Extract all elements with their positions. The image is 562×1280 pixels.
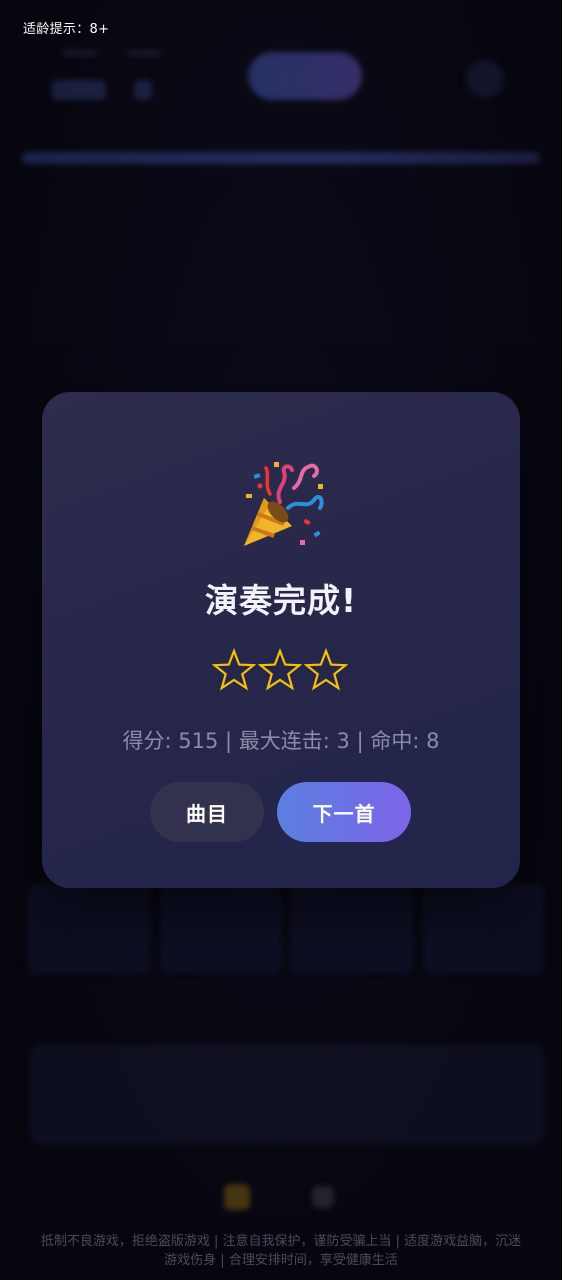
game-screen: 适龄提示：8+ 演奏完成! 得分: 515 | 最大连击: 3 | 命中: 8 … <box>0 0 562 1280</box>
next-song-button-label: 下一首 <box>312 801 376 826</box>
bg-progress-bar <box>22 152 540 164</box>
party-popper-icon <box>244 462 324 546</box>
bg-lane <box>291 884 413 974</box>
bg-note-lanes <box>28 884 544 974</box>
modal-title: 演奏完成! <box>204 581 358 620</box>
bg-combo-label <box>126 50 162 56</box>
song-list-button-label: 曲目 <box>186 801 228 826</box>
star-icon <box>212 648 256 691</box>
bg-lane <box>28 884 150 974</box>
health-notice-line-2: 游戏伤身 | 合理安排时间，享受健康生活 <box>164 1253 398 1268</box>
bg-indicator-gold <box>224 1184 250 1210</box>
star-icon <box>304 648 348 691</box>
result-modal: 演奏完成! 得分: 515 | 最大连击: 3 | 命中: 8 曲目 下一首 <box>42 392 520 888</box>
next-song-button[interactable]: 下一首 <box>277 782 411 842</box>
health-notice-line-1: 抵制不良游戏，拒绝盗版游戏 | 注意自我保护，谨防受骗上当 | 适度游戏益脑，沉… <box>40 1234 522 1249</box>
bg-combo-value <box>134 80 152 100</box>
bg-indicator-grey <box>312 1186 334 1208</box>
bg-settings-button <box>466 60 504 98</box>
health-notice: 抵制不良游戏，拒绝盗版游戏 | 注意自我保护，谨防受骗上当 | 适度游戏益脑，沉… <box>14 1232 548 1270</box>
star-icon <box>258 648 302 691</box>
bg-keyboard-panel <box>30 1044 544 1144</box>
bg-lane <box>422 884 544 974</box>
bg-score-value <box>52 80 106 100</box>
star-rating <box>212 648 350 694</box>
bg-pause-button <box>248 52 362 100</box>
bg-lane <box>159 884 281 974</box>
result-stats: 得分: 515 | 最大连击: 3 | 命中: 8 <box>122 729 440 753</box>
age-rating-tip: 适龄提示：8+ <box>23 22 110 37</box>
bg-score-label <box>62 50 98 56</box>
song-list-button[interactable]: 曲目 <box>150 782 264 842</box>
